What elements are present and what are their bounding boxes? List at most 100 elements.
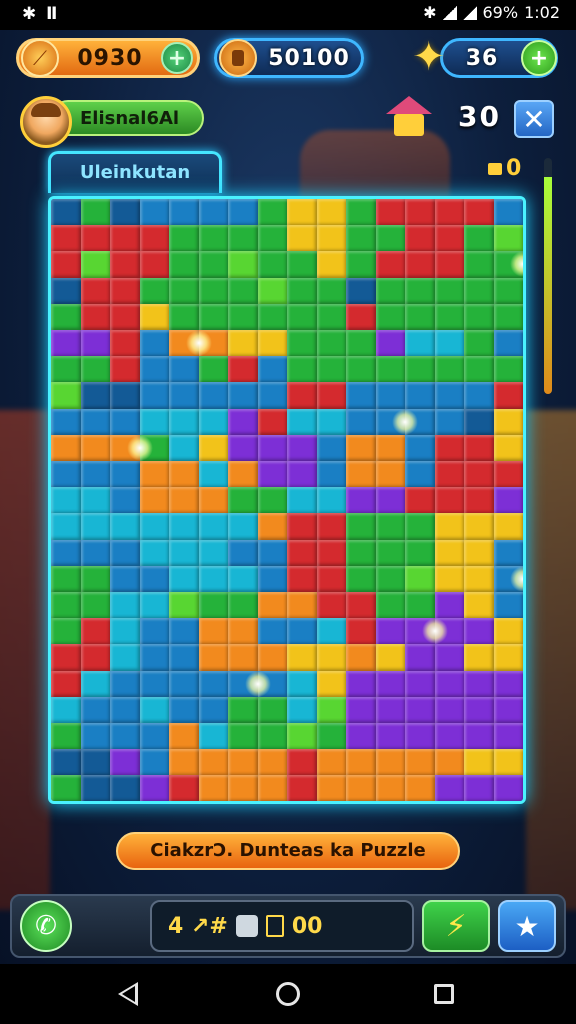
boost-button[interactable]: ⚡ (422, 900, 490, 952)
puzzle-piece[interactable] (169, 487, 199, 514)
puzzle-piece[interactable] (257, 775, 288, 801)
puzzle-piece[interactable] (405, 434, 435, 462)
puzzle-piece[interactable] (169, 382, 199, 410)
puzzle-piece[interactable] (493, 592, 523, 619)
puzzle-piece[interactable] (51, 461, 81, 488)
puzzle-piece[interactable] (405, 487, 435, 514)
puzzle-piece[interactable] (169, 565, 199, 593)
puzzle-piece[interactable] (493, 225, 523, 252)
puzzle-piece[interactable] (169, 618, 199, 645)
puzzle-piece[interactable] (139, 644, 170, 672)
puzzle-piece[interactable] (375, 539, 406, 567)
puzzle-piece[interactable] (228, 723, 258, 750)
puzzle-piece[interactable] (405, 565, 435, 593)
puzzle-piece[interactable] (375, 356, 406, 383)
puzzle-piece[interactable] (110, 618, 140, 645)
puzzle-piece[interactable] (316, 592, 347, 619)
puzzle-piece[interactable] (346, 775, 376, 801)
puzzle-piece[interactable] (139, 251, 170, 279)
puzzle-piece[interactable] (169, 539, 199, 567)
puzzle-piece[interactable] (375, 225, 406, 252)
back-icon[interactable] (118, 982, 138, 1006)
puzzle-piece[interactable] (110, 513, 140, 541)
puzzle-piece[interactable] (287, 434, 317, 462)
puzzle-piece[interactable] (228, 330, 258, 357)
puzzle-piece[interactable] (493, 382, 523, 410)
puzzle-piece[interactable] (287, 225, 317, 252)
puzzle-piece[interactable] (198, 225, 229, 252)
puzzle-piece[interactable] (346, 618, 376, 645)
puzzle-piece[interactable] (257, 434, 288, 462)
puzzle-piece[interactable] (257, 330, 288, 357)
puzzle-piece[interactable] (405, 670, 435, 698)
puzzle-piece[interactable] (51, 749, 81, 776)
puzzle-piece[interactable] (434, 225, 465, 252)
puzzle-piece[interactable] (464, 199, 494, 226)
puzzle-piece[interactable] (464, 618, 494, 645)
puzzle-piece[interactable] (51, 644, 81, 672)
puzzle-piece[interactable] (287, 303, 317, 331)
recents-icon[interactable] (434, 984, 454, 1004)
puzzle-piece[interactable] (464, 434, 494, 462)
puzzle-piece[interactable] (434, 670, 465, 698)
puzzle-piece[interactable] (434, 749, 465, 776)
puzzle-piece[interactable] (51, 199, 81, 226)
puzzle-piece[interactable] (80, 382, 111, 410)
puzzle-piece[interactable] (110, 303, 140, 331)
puzzle-piece[interactable] (316, 303, 347, 331)
puzzle-piece[interactable] (493, 513, 523, 541)
puzzle-piece[interactable] (110, 670, 140, 698)
puzzle-piece[interactable] (139, 408, 170, 436)
puzzle-piece[interactable] (493, 618, 523, 645)
puzzle-piece[interactable] (464, 749, 494, 776)
puzzle-piece[interactable] (493, 670, 523, 698)
puzzle-piece[interactable] (110, 565, 140, 593)
puzzle-piece[interactable] (169, 461, 199, 488)
puzzle-piece[interactable] (51, 330, 81, 357)
puzzle-piece[interactable] (228, 303, 258, 331)
puzzle-piece[interactable] (405, 382, 435, 410)
puzzle-piece[interactable] (375, 382, 406, 410)
puzzle-piece[interactable] (434, 251, 465, 279)
puzzle-piece[interactable] (405, 303, 435, 331)
puzzle-piece[interactable] (139, 723, 170, 750)
puzzle-piece[interactable] (110, 644, 140, 672)
puzzle-piece[interactable] (405, 461, 435, 488)
puzzle-piece[interactable] (257, 461, 288, 488)
puzzle-piece[interactable] (375, 618, 406, 645)
puzzle-piece[interactable] (51, 408, 81, 436)
puzzle-piece[interactable] (80, 434, 111, 462)
puzzle-piece[interactable] (464, 644, 494, 672)
puzzle-piece[interactable] (375, 461, 406, 488)
add-coins-button[interactable]: + (161, 42, 193, 74)
puzzle-piece[interactable] (139, 618, 170, 645)
puzzle-piece[interactable] (316, 251, 347, 279)
add-stars-button[interactable]: + (521, 40, 557, 76)
puzzle-piece[interactable] (228, 487, 258, 514)
puzzle-piece[interactable] (110, 277, 140, 305)
puzzle-piece[interactable] (80, 618, 111, 645)
puzzle-piece[interactable] (316, 644, 347, 672)
puzzle-piece[interactable] (464, 696, 494, 724)
puzzle-piece[interactable] (51, 775, 81, 801)
puzzle-piece[interactable] (405, 539, 435, 567)
puzzle-piece[interactable] (493, 434, 523, 462)
puzzle-piece[interactable] (434, 199, 465, 226)
puzzle-piece[interactable] (405, 356, 435, 383)
puzzle-piece[interactable] (198, 539, 229, 567)
puzzle-piece[interactable] (464, 382, 494, 410)
puzzle-piece[interactable] (51, 303, 81, 331)
puzzle-piece[interactable] (198, 434, 229, 462)
puzzle-piece[interactable] (346, 225, 376, 252)
puzzle-piece[interactable] (375, 277, 406, 305)
puzzle-piece[interactable] (434, 775, 465, 801)
puzzle-piece[interactable] (346, 539, 376, 567)
puzzle-piece[interactable] (434, 434, 465, 462)
puzzle-piece[interactable] (405, 723, 435, 750)
puzzle-piece[interactable] (257, 644, 288, 672)
puzzle-piece[interactable] (257, 592, 288, 619)
puzzle-piece[interactable] (316, 696, 347, 724)
puzzle-piece[interactable] (493, 539, 523, 567)
puzzle-piece[interactable] (228, 199, 258, 226)
puzzle-piece[interactable] (493, 277, 523, 305)
